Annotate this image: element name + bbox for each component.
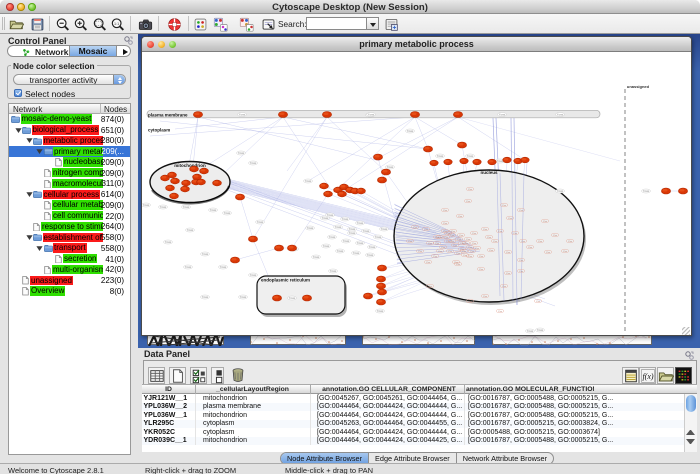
svg-text:Yxxxx: Yxxxx [363,230,370,233]
svg-text:Yxxxx: Yxxxx [368,114,375,117]
svg-text:plasma membrane: plasma membrane [148,113,188,118]
svg-text:Yxxxx: Yxxxx [202,253,209,256]
svg-text:Yxxxx: Yxxxx [305,180,312,183]
svg-text:Yxxxx: Yxxxx [143,204,150,207]
svg-text:Yxxxx: Yxxxx [437,155,444,158]
svg-text:Yxxxx: Yxxxx [224,212,231,215]
svg-text:Yxxxx: Yxxxx [387,166,394,169]
svg-text:f(x): f(x) [642,372,653,381]
svg-text:Yxxxx: Yxxxx [250,274,257,277]
svg-text:Yxxxx: Yxxxx [367,254,374,257]
svg-text:Yxxxx: Yxxxx [322,217,329,220]
svg-text:Yxxxx: Yxxxx [349,232,356,235]
svg-text:1:1: 1:1 [114,21,119,25]
svg-text:Yxxxx: Yxxxx [240,296,247,299]
svg-text:Yxxxx: Yxxxx [527,330,534,333]
svg-text:Yxxxx: Yxxxx [342,218,349,221]
svg-text:Yxxxx: Yxxxx [467,155,474,158]
svg-text:Yxxxx: Yxxxx [202,296,209,299]
svg-text:Yxxxx: Yxxxx [220,266,227,269]
svg-text:Yxxxx: Yxxxx [183,206,190,209]
svg-text:Yxxxx: Yxxxx [557,114,564,117]
svg-text:Yxxxx: Yxxxx [381,228,388,231]
svg-text:Yxxxx: Yxxxx [369,246,376,249]
svg-text:Yxxxx: Yxxxx [238,152,245,155]
svg-text:Yxxxx: Yxxxx [537,329,544,332]
svg-text:Yxxxx: Yxxxx [250,162,257,165]
svg-text:Yxxxx: Yxxxx [307,227,314,230]
svg-text:Yxxxx: Yxxxx [210,209,217,212]
svg-text:Yxxxx: Yxxxx [289,297,296,300]
svg-text:Yxxxx: Yxxxx [337,250,344,253]
svg-text:Yxxxx: Yxxxx [323,245,330,248]
svg-text:unassigned: unassigned [627,84,650,89]
svg-text:Yxxxx: Yxxxx [185,266,192,269]
svg-text:Yxxxx: Yxxxx [377,310,384,313]
svg-text:Yxxxx: Yxxxx [349,228,356,231]
svg-text:Yxxxx: Yxxxx [330,270,337,273]
svg-text:Yxxxx: Yxxxx [239,114,246,117]
svg-text:Yxxxx: Yxxxx [165,241,172,244]
svg-text:Yxxxx: Yxxxx [343,240,350,243]
svg-text:Yxxxx: Yxxxx [557,190,564,193]
svg-text:Yxxxx: Yxxxx [407,130,414,133]
svg-text:Yxxxx: Yxxxx [313,256,320,259]
svg-text:Yxxxx: Yxxxx [357,222,364,225]
svg-text:Yxxxx: Yxxxx [329,236,336,239]
svg-text:nucleus: nucleus [480,170,498,175]
svg-text:Yxxxx: Yxxxx [353,252,360,255]
svg-text:Yxxxx: Yxxxx [357,242,364,245]
svg-text:Yxxxx: Yxxxx [327,214,334,217]
svg-text:Yxxxx: Yxxxx [187,229,194,232]
svg-text:Yxxxx: Yxxxx [257,221,264,224]
svg-text:Yxxxx: Yxxxx [335,226,342,229]
svg-text:Yxxxx: Yxxxx [643,190,650,193]
svg-text:endoplasmic reticulum: endoplasmic reticulum [261,278,310,283]
svg-text:Yxxxx: Yxxxx [499,114,506,117]
svg-text:Yxxxx: Yxxxx [375,236,382,239]
svg-text:cytoplasm: cytoplasm [148,128,170,133]
svg-text:Yxxxx: Yxxxx [160,206,167,209]
